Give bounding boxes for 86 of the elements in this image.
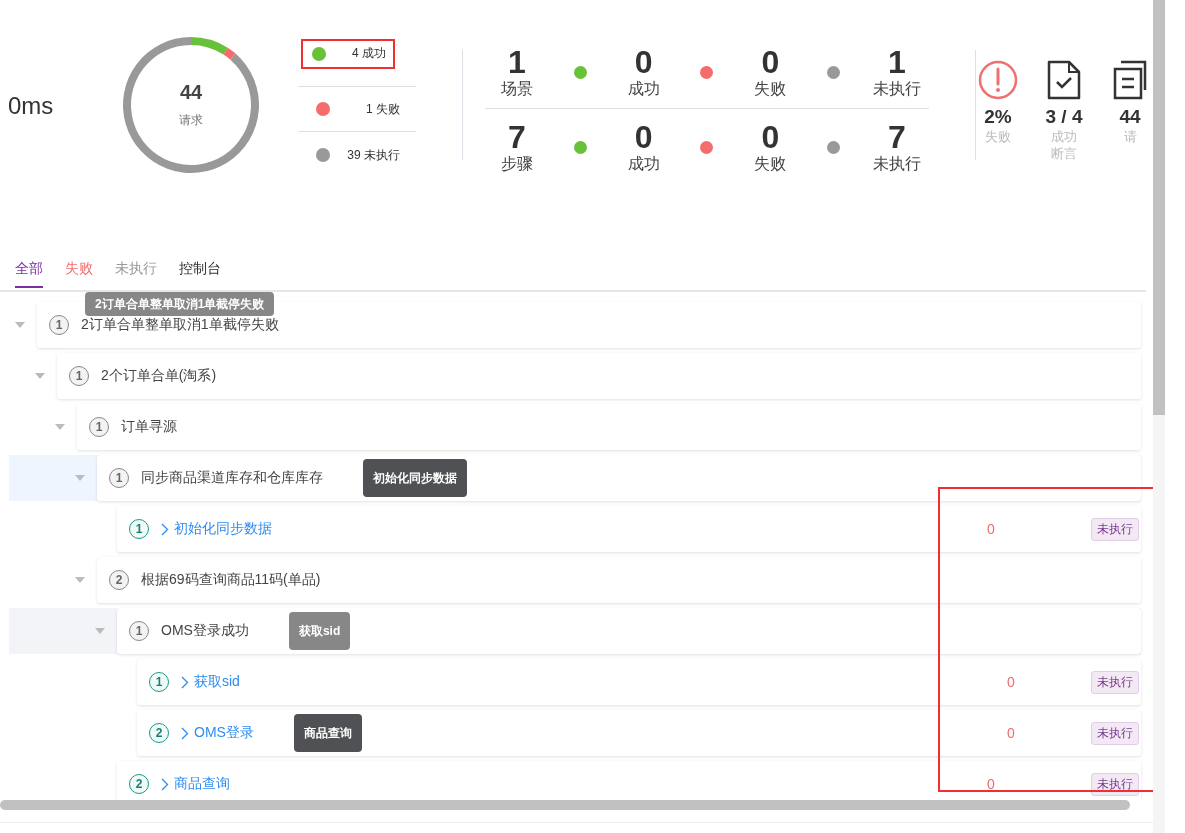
step-card[interactable]: 1 初始化同步数据 0 未执行 (117, 506, 1141, 552)
tooltip: 2订单合单整单取消1单截停失败 (85, 292, 275, 316)
scenario-card[interactable]: 1 订单寻源 (77, 404, 1141, 450)
legend-label: 1 失败 (366, 100, 400, 118)
caret-icon[interactable] (95, 628, 105, 634)
chevron-right-icon (161, 522, 169, 536)
scenario-card[interactable]: 1 同步商品渠道库存和仓库库存 初始化同步数据 (97, 455, 1141, 501)
order-number: 1 (49, 315, 69, 335)
summary-value: 3 / 4 (1045, 106, 1083, 128)
stat-label: 步骤 (501, 153, 533, 174)
scenario-title: 2个订单合单(淘系) (101, 367, 217, 385)
caret-icon[interactable] (75, 475, 85, 481)
stat-label: 场景 (501, 78, 533, 99)
chevron-right-icon (181, 675, 189, 689)
scenario-title: 同步商品渠道库存和仓库库存 (141, 469, 323, 487)
request-total: 44 (179, 81, 203, 104)
order-number: 2 (129, 774, 149, 794)
alert-icon (978, 60, 1018, 100)
stat-value: 7 (888, 119, 906, 154)
summary-value: 44 (1119, 106, 1141, 128)
order-number: 2 (149, 723, 169, 743)
scenario-title: 2订单合单整单取消1单截停失败 (81, 316, 279, 334)
chevron-right-icon (181, 726, 189, 740)
caret-icon[interactable] (55, 424, 65, 430)
step-link[interactable]: 商品查询 (174, 775, 230, 793)
step-link[interactable]: 获取sid (194, 673, 240, 691)
scenario-card[interactable]: 1 2个订单合单(淘系) (57, 353, 1141, 399)
stat-label: 未执行 (872, 153, 921, 174)
status-tag: 未执行 (1091, 670, 1139, 694)
status-tag: 未执行 (1091, 721, 1139, 745)
fail-count: 0 (1007, 674, 1015, 690)
duration-text: 0ms (8, 92, 55, 120)
tooltip: 商品查询 (293, 714, 362, 752)
vertical-scrollbar[interactable] (1153, 0, 1165, 415)
step-card[interactable]: 2 商品查询 0 未执行 (117, 761, 1141, 800)
status-tag: 未执行 (1091, 772, 1139, 796)
step-card[interactable]: 1 获取sid 0 未执行 (137, 659, 1141, 705)
stat-value: 0 (761, 119, 780, 154)
caret-icon[interactable] (15, 322, 25, 328)
scenario-card[interactable]: 2 根据69码查询商品11码(单品) (97, 557, 1141, 603)
order-number: 1 (129, 621, 149, 641)
summary-label: 请 (1122, 128, 1138, 145)
legend-label: 39 未执行 (347, 146, 400, 164)
step-link[interactable]: 初始化同步数据 (174, 520, 272, 538)
summary-value: 2% (984, 106, 1012, 128)
fail-count: 0 (987, 521, 995, 537)
chevron-right-icon (161, 777, 169, 791)
stat-label: 未执行 (872, 78, 921, 99)
legend-label: 4 成功 (352, 45, 386, 62)
order-number: 1 (129, 519, 149, 539)
stat-value: 1 (508, 44, 526, 79)
horizontal-scrollbar[interactable] (0, 800, 1130, 810)
order-number: 1 (69, 366, 89, 386)
stat-label: 失败 (754, 78, 787, 99)
step-link[interactable]: OMS登录 (194, 724, 254, 742)
stat-value: 7 (508, 119, 526, 154)
stat-value: 0 (634, 119, 653, 154)
stat-value: 0 (761, 44, 780, 79)
summary-label: 成功断言 (1050, 128, 1078, 162)
summary-label: 失败 (984, 128, 1012, 145)
filter-tab[interactable]: 控制台 (179, 260, 221, 288)
stat-value: 1 (888, 44, 906, 79)
scenario-title: 根据69码查询商品11码(单品) (141, 571, 321, 589)
caret-icon[interactable] (35, 373, 45, 379)
status-tag: 未执行 (1091, 517, 1139, 541)
order-number: 1 (109, 468, 129, 488)
stat-value: 0 (634, 44, 653, 79)
order-number: 2 (109, 570, 129, 590)
scenario-title: 订单寻源 (121, 418, 177, 436)
request-label: 请求 (179, 112, 203, 129)
order-number: 1 (89, 417, 109, 437)
scenario-title: OMS登录成功 (161, 622, 249, 640)
tooltip: 获取sid (288, 612, 351, 650)
document-icon (1113, 60, 1147, 100)
filter-tab[interactable]: 全部 (15, 260, 43, 288)
tooltip: 初始化同步数据 (363, 459, 467, 497)
scenario-card[interactable]: 1 OMS登录成功 获取sid (117, 608, 1141, 654)
stat-label: 成功 (627, 78, 660, 99)
fail-count: 0 (1007, 725, 1015, 741)
caret-icon[interactable] (75, 577, 85, 583)
stat-label: 成功 (627, 153, 660, 174)
file-check-icon (1047, 60, 1081, 100)
step-card[interactable]: 2 OMS登录 商品查询 0 未执行 (137, 710, 1141, 756)
order-number: 1 (149, 672, 169, 692)
fail-count: 0 (987, 776, 995, 792)
stat-label: 失败 (754, 153, 787, 174)
